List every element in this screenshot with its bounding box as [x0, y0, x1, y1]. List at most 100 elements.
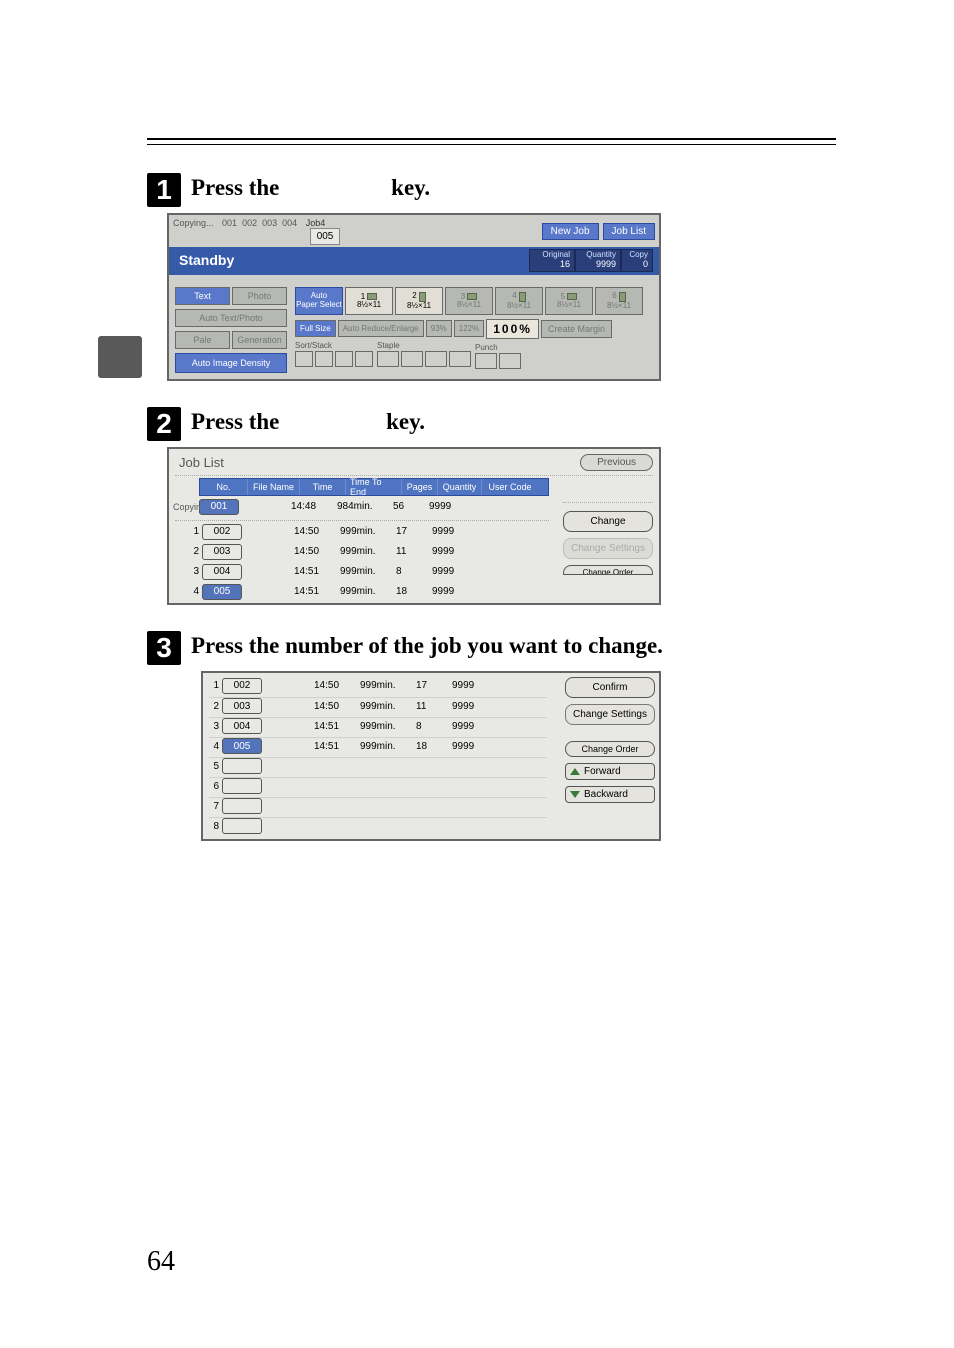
- jl-actions: Change Change Settings Change Order: [563, 478, 659, 575]
- row-current-fn: [239, 498, 291, 516]
- change-settings-button-2[interactable]: Change Settings: [565, 704, 655, 725]
- side-tab: [98, 336, 142, 378]
- row-1-no[interactable]: 002: [202, 524, 242, 540]
- r3-time: 14:51: [314, 718, 360, 735]
- auto-paper-select-button[interactable]: AutoPaper Select: [295, 287, 343, 315]
- table-row: 200314:50999min.119999: [173, 543, 549, 561]
- col-filename: File Name: [248, 479, 300, 495]
- tray-6[interactable]: 68½×11: [595, 287, 643, 315]
- change-button[interactable]: Change: [563, 511, 653, 532]
- col-no: No.: [200, 479, 248, 495]
- jl-header: Job List Previous: [169, 449, 659, 473]
- auto-reduce-enlarge-button[interactable]: Auto Reduce/Enlarge: [338, 320, 424, 337]
- tray-5[interactable]: 58½×11: [545, 287, 593, 315]
- r3-no[interactable]: 004: [222, 718, 262, 734]
- finish-row: Sort/Stack Staple Punch: [295, 341, 653, 369]
- sort-opt-1[interactable]: [295, 351, 313, 367]
- job-list-screen-2: 100214:50999min.179999 200314:50999min.1…: [201, 671, 661, 841]
- punch-opt-2[interactable]: [499, 353, 521, 369]
- staple-opt-2[interactable]: [401, 351, 423, 367]
- job-tab-001[interactable]: 001: [222, 218, 237, 228]
- table-row: 6: [209, 777, 547, 795]
- quantity-counter: Quantity9999: [575, 249, 621, 272]
- triangle-down-icon: [570, 791, 580, 798]
- row-4-fn: [242, 583, 294, 601]
- r8-idx: 8: [209, 821, 219, 832]
- staple-opt-4[interactable]: [449, 351, 471, 367]
- r1-tte: 999min.: [360, 677, 416, 695]
- punch-opt-1[interactable]: [475, 353, 497, 369]
- step-2-number: 2: [147, 407, 181, 441]
- r4-fn: [262, 738, 314, 755]
- change-order-button-2[interactable]: Change Order: [565, 741, 655, 757]
- r7-no[interactable]: [222, 798, 262, 814]
- r3-pg: 8: [416, 718, 452, 735]
- generation-button[interactable]: Generation: [232, 331, 287, 349]
- sort-opt-4[interactable]: [355, 351, 373, 367]
- copy-top-left: Copying... 001 002 003 004 Job4 005: [173, 218, 340, 245]
- jl-separator: [175, 475, 653, 476]
- tray-row: AutoPaper Select 18½×11 28½×11 38½×11 48…: [295, 287, 653, 315]
- r2-pg: 11: [416, 698, 452, 715]
- job-tab-004[interactable]: 004: [282, 218, 297, 228]
- r5-no[interactable]: [222, 758, 262, 774]
- job-list-button[interactable]: Job List: [603, 223, 655, 240]
- jl-title: Job List: [179, 455, 224, 470]
- job-tab-002[interactable]: 002: [242, 218, 257, 228]
- jl-table: No. File Name Time Time To End Pages Qua…: [169, 478, 555, 603]
- status-bar: Standby Original16 Quantity9999 Copy0: [169, 247, 659, 275]
- row-3-idx: 3: [189, 566, 199, 577]
- tray-4-size: 8½×11: [507, 302, 531, 310]
- r4-time: 14:51: [314, 738, 360, 755]
- r4-no[interactable]: 005: [222, 738, 262, 754]
- change-settings-button[interactable]: Change Settings: [563, 538, 653, 559]
- tray-3[interactable]: 38½×11: [445, 287, 493, 315]
- sort-opt-2[interactable]: [315, 351, 333, 367]
- auto-text-photo-button[interactable]: Auto Text/Photo: [175, 309, 287, 327]
- sort-opt-3[interactable]: [335, 351, 353, 367]
- r1-pg: 17: [416, 677, 452, 695]
- r4-idx: 4: [209, 741, 219, 752]
- new-job-button[interactable]: New Job: [542, 223, 599, 240]
- r1-time: 14:50: [314, 677, 360, 695]
- staple-opt-3[interactable]: [425, 351, 447, 367]
- ratio-93-button[interactable]: 93%: [426, 320, 452, 337]
- confirm-button[interactable]: Confirm: [565, 677, 655, 698]
- auto-image-density-button[interactable]: Auto Image Density: [175, 353, 287, 373]
- row-2-pages: 11: [396, 543, 432, 561]
- r8-no[interactable]: [222, 818, 262, 834]
- tray-1[interactable]: 18½×11: [345, 287, 393, 315]
- job-tab-003[interactable]: 003: [262, 218, 277, 228]
- r1-no[interactable]: 002: [222, 678, 262, 694]
- row-3-qty: 9999: [432, 563, 476, 581]
- row-2-no[interactable]: 003: [202, 544, 242, 560]
- forward-button[interactable]: Forward: [565, 763, 655, 780]
- table-row: 100214:50999min.179999: [173, 523, 549, 541]
- table-row: 7: [209, 797, 547, 815]
- row-current-no[interactable]: 001: [199, 499, 239, 515]
- row-4-no[interactable]: 005: [202, 584, 242, 600]
- photo-button[interactable]: Photo: [232, 287, 287, 305]
- table-row: 300414:51999min.89999: [173, 563, 549, 581]
- row-2-idx: 2: [189, 546, 199, 557]
- r3-idx: 3: [209, 721, 219, 732]
- r6-no[interactable]: [222, 778, 262, 794]
- tray-2[interactable]: 28½×11: [395, 287, 443, 315]
- tray-4[interactable]: 48½×11: [495, 287, 543, 315]
- full-size-button[interactable]: Full Size: [295, 320, 336, 337]
- backward-button[interactable]: Backward: [565, 786, 655, 803]
- r2-no[interactable]: 003: [222, 698, 262, 714]
- r1-idx: 1: [209, 680, 219, 691]
- job-tab-new-num: 005: [310, 228, 341, 245]
- step-3: 3 Press the number of the job you want t…: [147, 627, 836, 661]
- create-margin-button[interactable]: Create Margin: [541, 320, 612, 338]
- text-button[interactable]: Text: [175, 287, 230, 305]
- ratio-122-button[interactable]: 122%: [454, 320, 484, 337]
- row-3-no[interactable]: 004: [202, 564, 242, 580]
- r6-idx: 6: [209, 781, 219, 792]
- pale-button[interactable]: Pale: [175, 331, 230, 349]
- job-tab-new[interactable]: Job4 005: [306, 218, 341, 245]
- previous-button[interactable]: Previous: [580, 454, 653, 471]
- change-order-button[interactable]: Change Order: [563, 565, 653, 575]
- staple-opt-1[interactable]: [377, 351, 399, 367]
